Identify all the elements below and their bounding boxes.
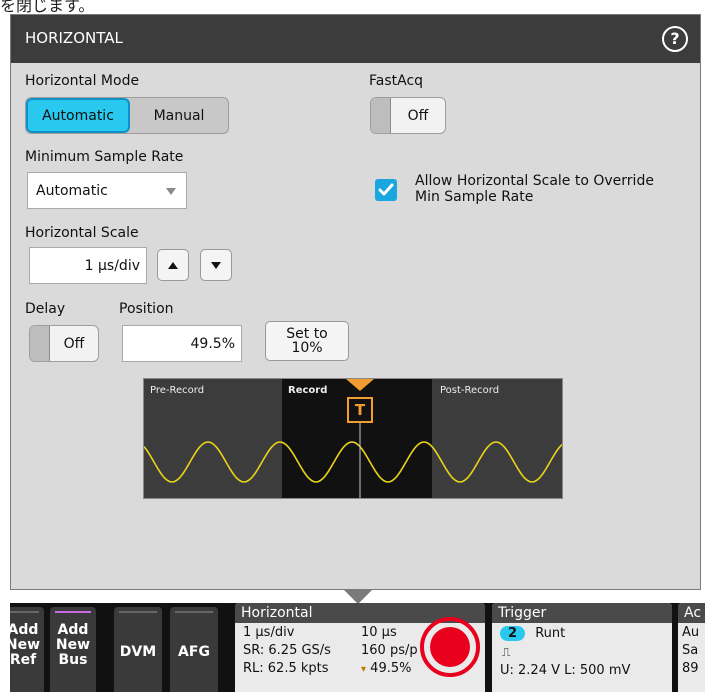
horizontal-mode-label: Horizontal Mode <box>25 73 140 89</box>
add-ref-line3: Ref <box>10 652 37 668</box>
allow-override-line1: Allow Horizontal Scale to Override <box>415 173 654 189</box>
trigger-badge-title: Trigger <box>492 603 672 623</box>
acq-line1: Au <box>682 625 700 640</box>
channel-2-chip: 2 <box>500 626 526 641</box>
add-bus-line1: Add <box>57 622 89 638</box>
afg-button[interactable]: AFG <box>170 607 218 692</box>
button-highlight-bar <box>175 611 213 613</box>
add-ref-line2: New <box>10 637 41 653</box>
allow-override-label: Allow Horizontal Scale to Override Min S… <box>415 173 654 205</box>
set-to-line2: 10% <box>291 340 323 356</box>
horizontal-badge[interactable]: Horizontal 1 µs/div 10 µs SR: 6.25 GS/s … <box>235 603 485 692</box>
allow-override-checkbox[interactable] <box>375 179 397 201</box>
toggle-knob <box>371 98 391 133</box>
button-highlight-bar <box>55 611 91 613</box>
position-input[interactable]: 49.5% <box>122 325 242 362</box>
trigger-position-icon: ▾ <box>361 664 367 675</box>
add-bus-line2: New <box>55 637 91 653</box>
horizontal-panel: HORIZONTAL ? Horizontal Mode Automatic M… <box>10 14 701 590</box>
min-sample-rate-dropdown[interactable]: Automatic <box>27 172 187 209</box>
mode-automatic-option[interactable]: Automatic <box>26 98 130 133</box>
delay-toggle[interactable]: Off <box>29 325 99 362</box>
panel-pointer <box>344 590 372 604</box>
position-label: Position <box>119 301 174 317</box>
min-sample-rate-label: Minimum Sample Rate <box>25 149 184 165</box>
position-value: 49.5% <box>190 335 235 352</box>
dvm-label: DVM <box>119 644 157 660</box>
min-sample-rate-value: Automatic <box>36 182 108 199</box>
afg-label: AFG <box>178 644 210 660</box>
fastacq-value: Off <box>407 107 429 124</box>
horizontal-scale-value: 1 µs/div <box>84 257 140 274</box>
acquisition-badge[interactable]: Ac Au Sa 89 <box>678 603 705 692</box>
add-new-ref-button[interactable]: Add New Ref <box>10 607 44 692</box>
horizontal-time-readout: 10 µs <box>361 625 397 640</box>
trigger-marker-icon: T <box>347 397 373 423</box>
trigger-source: 2 Runt <box>500 626 565 641</box>
scale-up-button[interactable] <box>157 249 189 281</box>
top-text-strip: を閉じます。 <box>0 0 705 14</box>
checkmark-icon <box>378 183 394 196</box>
position-readout-value: 49.5% <box>370 661 412 676</box>
horizontal-scale-label: Horizontal Scale <box>25 225 139 241</box>
horizontal-scale-input[interactable]: 1 µs/div <box>29 247 147 284</box>
acquisition-badge-title: Ac <box>678 603 705 623</box>
top-text: を閉じます。 <box>0 0 95 14</box>
time-per-point-readout: 160 ps/p <box>361 643 418 658</box>
dvm-button[interactable]: DVM <box>114 607 162 692</box>
arrow-up-icon <box>168 261 178 269</box>
trigger-type: Runt <box>535 626 566 641</box>
set-to-line1: Set to <box>286 326 328 342</box>
record-diagram: Pre-Record Record Post-Record T <box>143 378 563 499</box>
trigger-badge[interactable]: Trigger 2 Runt ⎍ U: 2.24 V L: 500 mV <box>492 603 672 692</box>
trigger-levels: U: 2.24 V L: 500 mV <box>500 663 631 678</box>
acq-line3: 89 <box>682 661 699 676</box>
panel-header: HORIZONTAL ? <box>11 15 700 63</box>
button-highlight-bar <box>10 611 39 613</box>
add-bus-line3: Bus <box>58 652 88 668</box>
panel-title: HORIZONTAL <box>25 29 123 47</box>
fastacq-label: FastAcq <box>369 73 424 89</box>
record-indicator-icon <box>420 617 480 677</box>
record-length-readout: RL: 62.5 kpts <box>243 661 329 676</box>
chevron-down-icon <box>166 188 176 195</box>
mode-manual-option[interactable]: Manual <box>130 98 228 133</box>
add-new-bus-button[interactable]: Add New Bus <box>50 607 96 692</box>
set-to-10-button[interactable]: Set to 10% <box>265 321 349 361</box>
bottom-bar: Add New Ref Add New Bus DVM AFG Horizont… <box>10 603 705 692</box>
delay-label: Delay <box>25 301 66 317</box>
runt-trigger-icon: ⎍ <box>502 645 511 659</box>
help-button[interactable]: ? <box>662 26 688 52</box>
horizontal-mode-selector: Automatic Manual <box>25 97 229 134</box>
acq-line2: Sa <box>682 643 699 658</box>
scale-down-button[interactable] <box>200 249 232 281</box>
arrow-down-icon <box>211 261 221 269</box>
sample-rate-readout: SR: 6.25 GS/s <box>243 643 331 658</box>
position-readout: ▾ 49.5% <box>361 661 411 676</box>
allow-override-line2: Min Sample Rate <box>415 189 534 205</box>
add-ref-line1: Add <box>10 622 39 638</box>
fastacq-toggle[interactable]: Off <box>370 97 446 134</box>
delay-value: Off <box>63 335 85 352</box>
toggle-knob <box>30 326 50 361</box>
button-highlight-bar <box>119 611 157 613</box>
horizontal-scale-readout: 1 µs/div <box>243 625 295 640</box>
